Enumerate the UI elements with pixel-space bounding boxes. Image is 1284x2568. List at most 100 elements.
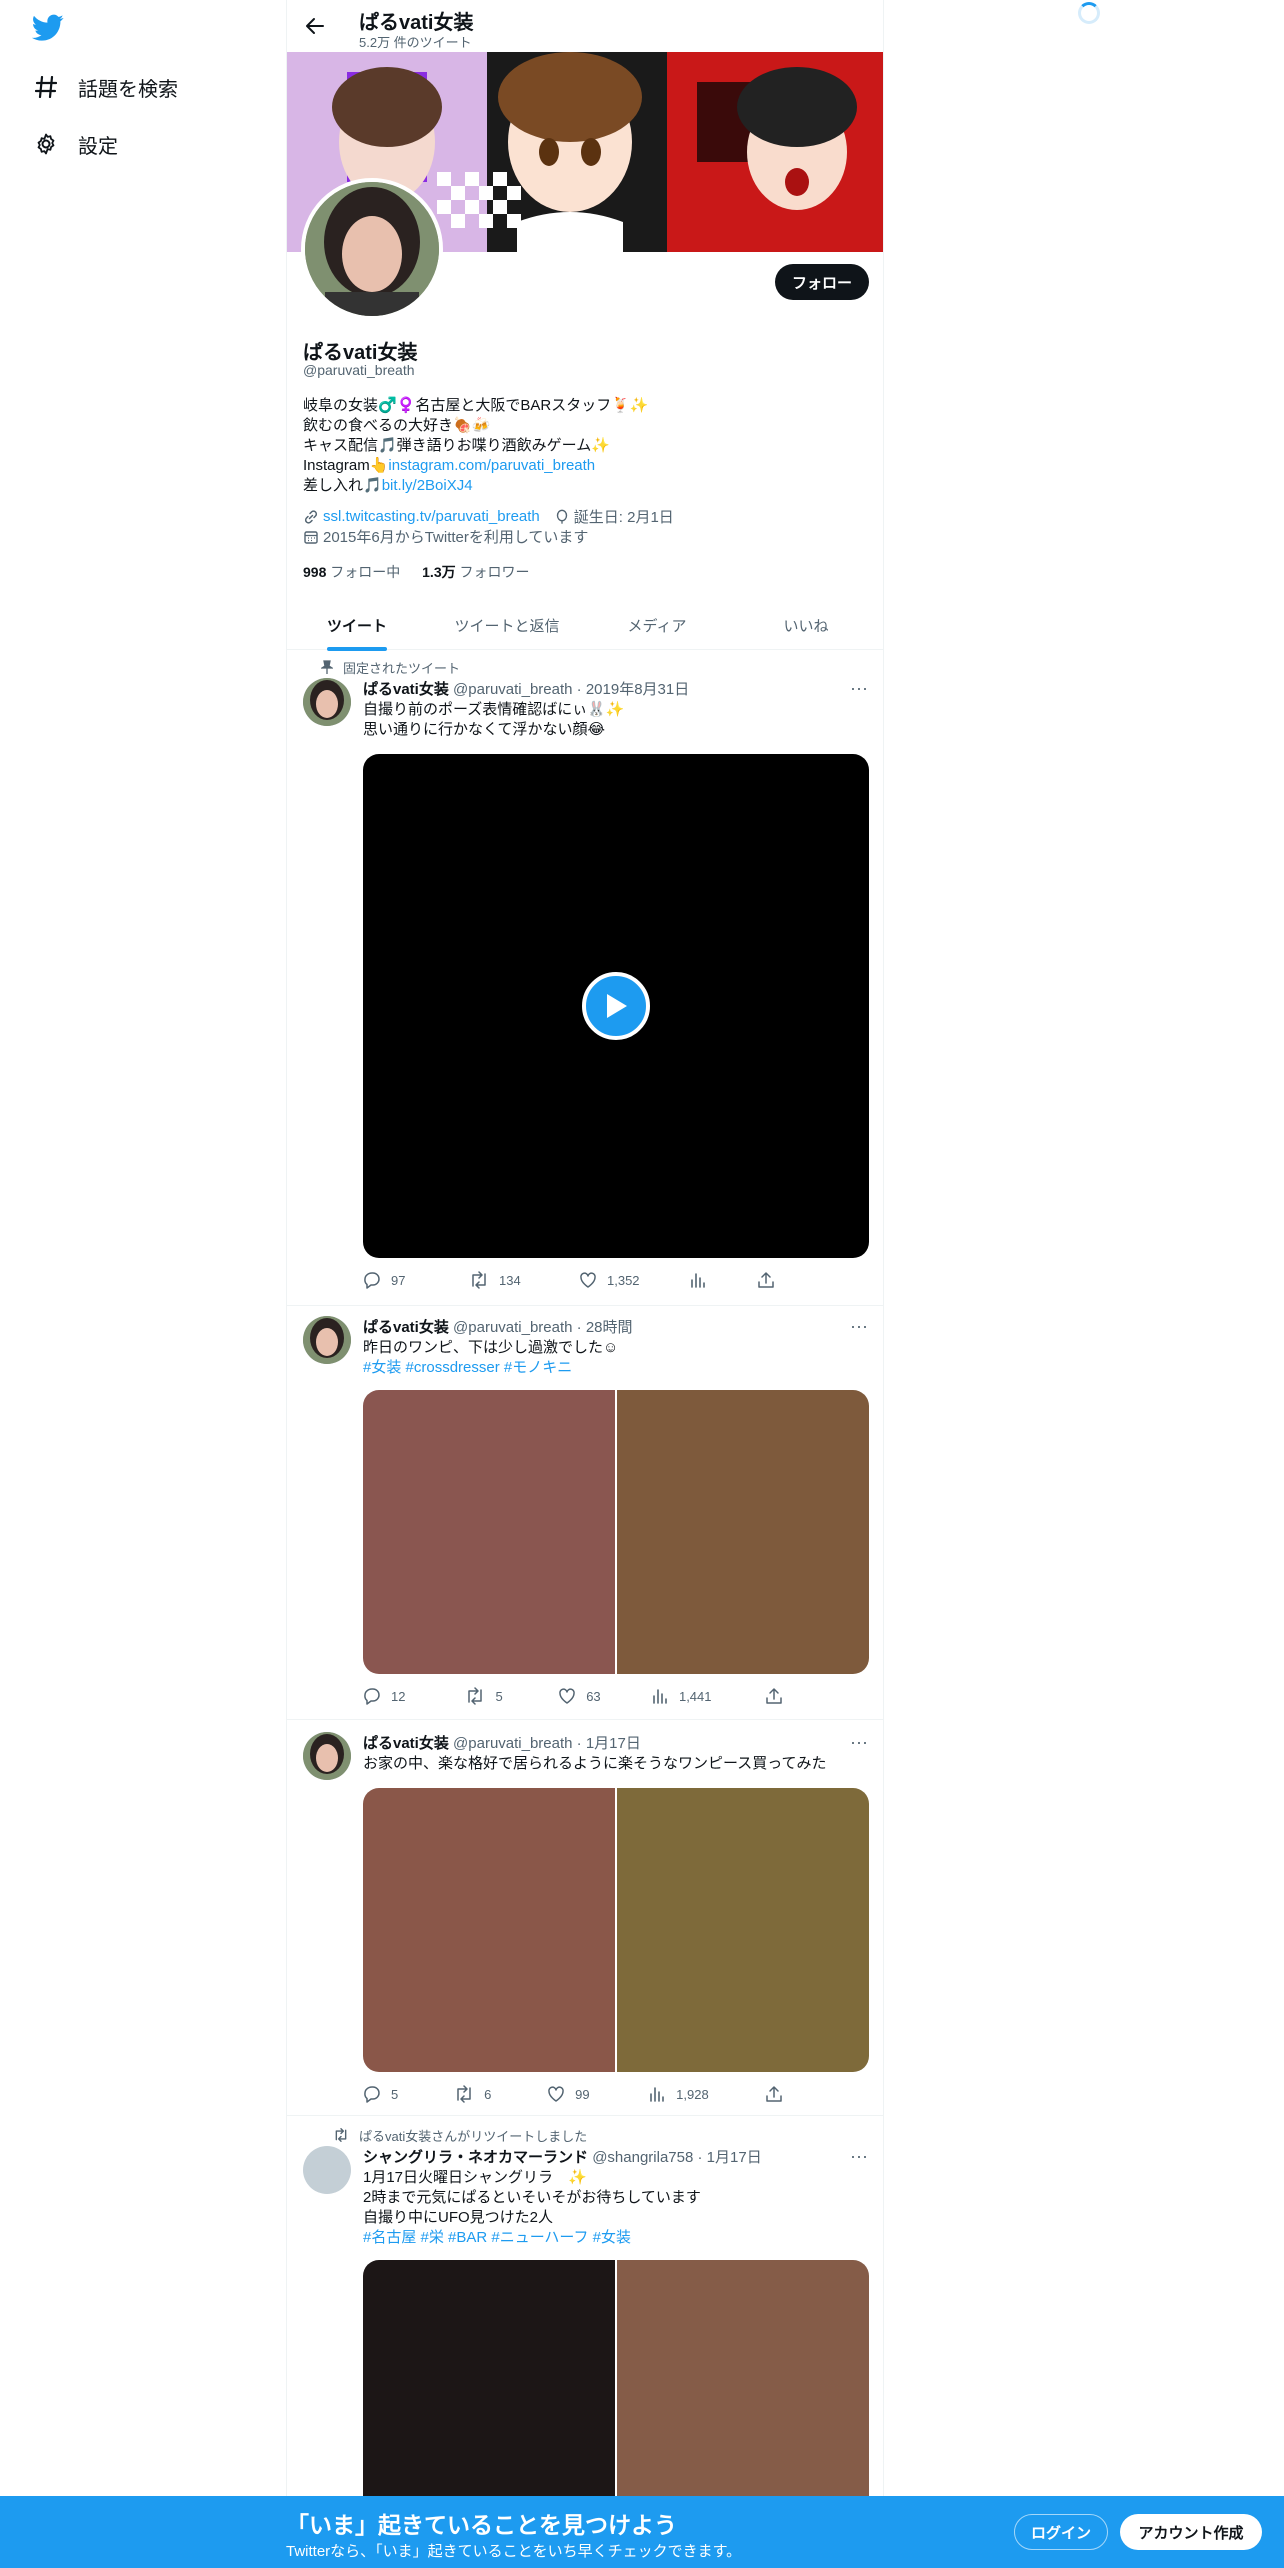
reply-button[interactable]: 97 <box>363 1271 469 1289</box>
tweet-photos[interactable] <box>363 1390 869 1674</box>
retweet-button[interactable]: 134 <box>469 1271 579 1289</box>
tweet-line: 思い通りに行かなくて浮かない顔😂 <box>363 721 606 738</box>
page: 話題を検索 設定 ぱるvati女装 5.2万 件のツイート フォロー ぱるvat… <box>0 0 1284 2568</box>
donation-link[interactable]: bit.ly/2BoiXJ4 <box>382 477 473 494</box>
tweet-actions: 97 134 1,352 <box>363 1270 793 1290</box>
left-navigation: 話題を検索 設定 <box>0 0 286 2568</box>
tweet-date[interactable]: 1月17日 <box>586 1735 641 1752</box>
retweet-icon <box>472 1271 486 1289</box>
retweet-icon <box>468 1687 483 1705</box>
like-button[interactable]: 99 <box>547 2085 648 2103</box>
like-button[interactable]: 1,352 <box>579 1271 689 1289</box>
photo[interactable] <box>617 1788 869 2072</box>
loading-spinner-icon <box>1078 2 1100 24</box>
nav-explore-label: 話題を検索 <box>78 78 178 101</box>
more-options-icon[interactable]: ··· <box>849 678 869 698</box>
author-handle[interactable]: @paruvati_breath <box>453 681 572 698</box>
avatar[interactable] <box>303 2146 351 2194</box>
nav-explore[interactable]: 話題を検索 <box>32 67 178 107</box>
retweet-button[interactable]: 6 <box>454 2085 547 2103</box>
avatar[interactable] <box>303 1732 351 1780</box>
tweet-line: 昨日のワンピ、下は少し過激でした☺ <box>363 1339 619 1356</box>
back-arrow-icon[interactable] <box>301 12 329 40</box>
profile-avatar[interactable] <box>301 178 443 320</box>
signup-button[interactable]: アカウント作成 <box>1120 2514 1262 2550</box>
author-handle[interactable]: @paruvati_breath <box>453 1319 572 1336</box>
header-tweet-count: 5.2万 件のツイート <box>359 35 472 50</box>
login-button[interactable]: ログイン <box>1014 2514 1108 2550</box>
tab-label: ツイート <box>326 617 387 635</box>
reply-button[interactable]: 5 <box>363 2085 454 2103</box>
reply-icon <box>364 1272 380 1289</box>
share-button[interactable] <box>765 1687 793 1705</box>
author-name[interactable]: ぱるvati女装 <box>363 1319 449 1336</box>
follow-button[interactable]: フォロー <box>775 264 869 300</box>
signup-banner-title: 「いま」起きていることを見つけよう <box>286 2512 677 2538</box>
link-icon <box>303 509 319 525</box>
view-count: 1,441 <box>678 1688 712 1704</box>
tweet-date[interactable]: 1月17日 <box>707 2149 762 2166</box>
reply-button[interactable]: 12 <box>363 1687 465 1705</box>
avatar[interactable] <box>303 1316 351 1364</box>
bio-line: 岐阜の女装♂️♀️名古屋と大阪でBARスタッフ🍹✨ <box>303 397 649 414</box>
like-button[interactable]: 63 <box>558 1687 651 1705</box>
follow-stats: 998 フォロー中 1.3万 フォロワー <box>303 562 530 582</box>
tab-media[interactable]: メディア <box>587 600 727 650</box>
more-options-icon[interactable]: ··· <box>849 2146 869 2166</box>
website-link[interactable]: ssl.twitcasting.tv/paruvati_breath <box>323 508 540 525</box>
following-stat[interactable]: 998 フォロー中 <box>303 564 400 580</box>
tweet[interactable]: ぱるvati女装 @paruvati_breath · 1月17日 ··· お家… <box>287 1720 883 2116</box>
author-handle[interactable]: @paruvati_breath <box>453 1735 572 1752</box>
tweet-hashtags[interactable]: #名古屋 #栄 #BAR #ニューハーフ #女装 <box>363 2228 863 2248</box>
tweet-hashtags[interactable]: #女装 #crossdresser #モノキニ <box>363 1358 863 1378</box>
context-label: ぱるvati女装さんがリツイートしました <box>359 2129 588 2144</box>
tab-tweets-and-replies[interactable]: ツイートと返信 <box>427 600 587 650</box>
followers-count: 1.3万 <box>422 564 456 580</box>
heart-icon <box>580 1272 596 1288</box>
pinned-context: 固定されたツイート <box>317 658 460 677</box>
photo[interactable] <box>363 1788 615 2072</box>
avatar[interactable] <box>303 678 351 726</box>
tweet-header: シャングリラ・ネオカマーランド @shangrila758 · 1月17日 <box>363 2149 762 2166</box>
pin-icon <box>317 659 333 676</box>
profile-joined-row: 2015年6月からTwitterを利用しています <box>303 526 588 547</box>
following-label: フォロー中 <box>330 564 401 580</box>
author-name[interactable]: ぱるvati女装 <box>363 1735 449 1752</box>
more-options-icon[interactable]: ··· <box>849 1732 869 1752</box>
heart-icon <box>548 2086 564 2102</box>
tweet-pinned[interactable]: 固定されたツイート ぱるvati女装 @paruvati_breath · 20… <box>287 650 883 1306</box>
context-label: 固定されたツイート <box>343 661 461 676</box>
reply-icon <box>364 1688 380 1705</box>
followers-stat[interactable]: 1.3万 フォロワー <box>422 564 529 580</box>
photo[interactable] <box>363 1390 615 1674</box>
photo[interactable] <box>617 1390 869 1674</box>
nav-settings[interactable]: 設定 <box>32 124 118 164</box>
reply-count: 5 <box>391 2086 399 2102</box>
tweet[interactable]: ぱるvati女装 @paruvati_breath · 28時間 ··· 昨日の… <box>287 1306 883 1720</box>
share-button[interactable] <box>765 2085 793 2103</box>
author-name[interactable]: ぱるvati女装 <box>363 681 449 698</box>
tweet-video[interactable] <box>363 754 869 1258</box>
retweet-count: 134 <box>499 1272 521 1288</box>
instagram-link[interactable]: instagram.com/paruvati_breath <box>388 457 595 474</box>
profile-header-bar: ぱるvati女装 5.2万 件のツイート <box>287 0 883 52</box>
more-options-icon[interactable]: ··· <box>849 1316 869 1336</box>
tab-likes[interactable]: いいね <box>727 600 883 650</box>
tweet-date[interactable]: 28時間 <box>586 1319 633 1336</box>
twitter-logo-icon[interactable] <box>31 14 64 42</box>
tweet-text: お家の中、楽な格好で居られるように楽そうなワンピース買ってみた <box>363 1754 863 1774</box>
author-name[interactable]: シャングリラ・ネオカマーランド <box>363 2149 588 2166</box>
tweet-date[interactable]: 2019年8月31日 <box>586 681 689 698</box>
retweet-button[interactable]: 5 <box>465 1687 558 1705</box>
author-handle[interactable]: @shangrila758 <box>592 2149 693 2166</box>
share-button[interactable] <box>757 1271 785 1289</box>
retweet-icon <box>457 2085 471 2103</box>
tab-tweets[interactable]: ツイート <box>287 600 427 651</box>
tweet-photos[interactable] <box>363 1788 869 2072</box>
views-button[interactable]: 1,928 <box>648 2085 765 2103</box>
joined-text: 2015年6月からTwitterを利用しています <box>323 529 589 546</box>
play-button-icon[interactable] <box>582 972 650 1040</box>
views-button[interactable]: 1,441 <box>651 1687 765 1705</box>
profile-name: ぱるvati女装 <box>303 342 418 364</box>
views-button[interactable] <box>689 1271 757 1289</box>
